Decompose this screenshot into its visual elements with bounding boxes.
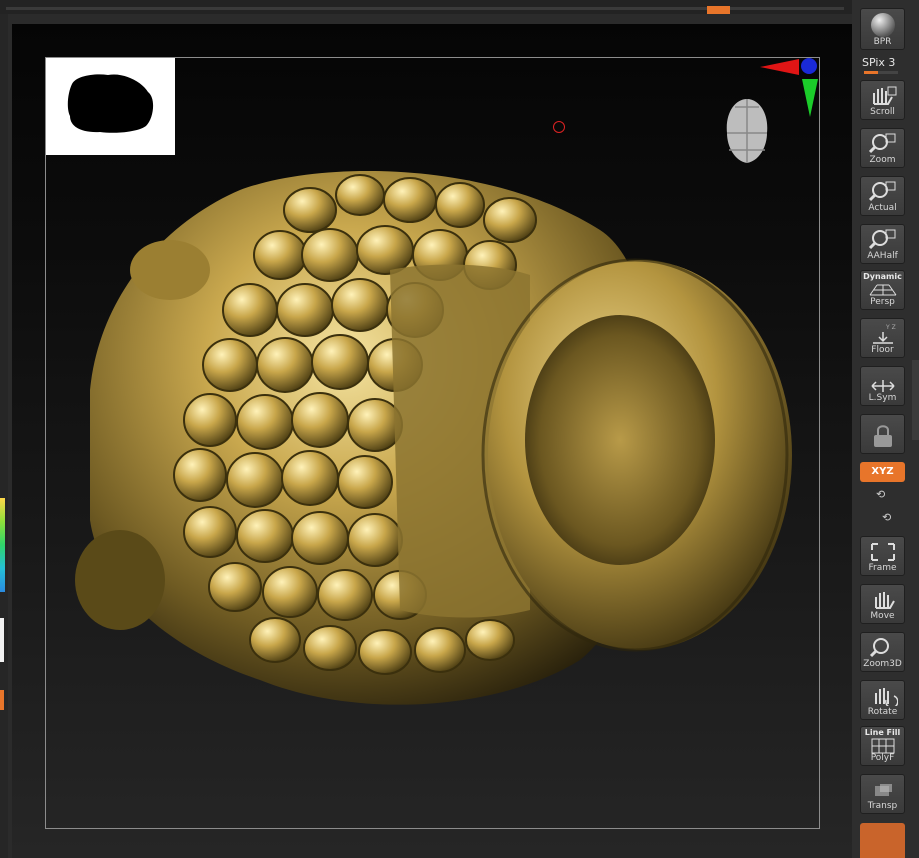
right-shelf: BPR SPix 3 Scroll Zoom Actual AAHalf Dyn… — [852, 0, 919, 858]
hand-move-icon — [861, 588, 904, 610]
magnifier-actual-icon — [861, 180, 904, 202]
orange-swatch[interactable] — [0, 690, 4, 710]
magnifier-zoom3d-icon — [861, 636, 904, 658]
aahalf-button[interactable]: AAHalf — [860, 224, 905, 264]
actual-button[interactable]: Actual — [860, 176, 905, 216]
bpr-label: BPR — [873, 37, 892, 47]
move-button[interactable]: Move — [860, 584, 905, 624]
polyf-label: PolyF — [870, 753, 895, 763]
hand-scroll-icon — [861, 84, 904, 106]
transp-button[interactable]: Transp — [860, 774, 905, 814]
orientation-head-icon[interactable] — [715, 95, 779, 167]
perspective-grid-icon — [861, 282, 904, 296]
lsym-button[interactable]: L.Sym — [860, 366, 905, 406]
render-sphere-icon — [861, 12, 904, 37]
actual-label: Actual — [868, 203, 897, 213]
magnifier-aahalf-icon — [861, 228, 904, 250]
lock-camera-icon — [861, 423, 904, 447]
frame-label: Frame — [868, 563, 897, 573]
zoom3d-label: Zoom3D — [863, 659, 902, 669]
z-rotate-icon[interactable]: ⟲ — [882, 511, 891, 524]
rotate-icon — [861, 684, 904, 706]
magnifier-zoom-icon — [861, 132, 904, 154]
rotate-label: Rotate — [867, 707, 898, 717]
svg-text:Y Z: Y Z — [885, 324, 896, 331]
zoom3d-button[interactable]: Zoom3D — [860, 632, 905, 672]
top-scrub-bar[interactable] — [0, 0, 852, 14]
brush-cursor — [553, 121, 565, 133]
persp-label: Persp — [870, 297, 895, 307]
left-tray-edge — [0, 14, 8, 858]
bpr-button[interactable]: BPR — [860, 8, 905, 50]
move-label: Move — [870, 611, 895, 621]
spix-slider[interactable] — [864, 71, 898, 74]
zoom-button[interactable]: Zoom — [860, 128, 905, 168]
persp-button[interactable]: Dynamic Persp — [860, 270, 905, 310]
spix-label: SPix 3 — [862, 56, 896, 69]
transp-label: Transp — [867, 801, 898, 811]
polyf-button[interactable]: Line Fill PolyF — [860, 726, 905, 766]
y-rotate-icon[interactable]: ⟲ — [876, 488, 885, 501]
scrub-thumb[interactable] — [707, 6, 730, 14]
aahalf-label: AAHalf — [867, 251, 898, 261]
scroll-label: Scroll — [870, 107, 895, 117]
sculpt-mesh[interactable] — [60, 140, 820, 720]
frame-icon — [861, 540, 904, 562]
dynamic-label: Dynamic — [863, 272, 902, 281]
rotate-button[interactable]: Rotate — [860, 680, 905, 720]
line-fill-label: Line Fill — [864, 728, 901, 737]
frame-button[interactable]: Frame — [860, 536, 905, 576]
xyz-rotate-toggle[interactable]: XYZ — [860, 462, 905, 482]
shelf-scroll-edge[interactable] — [912, 360, 919, 440]
lsym-label: L.Sym — [868, 393, 897, 403]
floor-label: Floor — [871, 345, 894, 355]
zoom-label: Zoom — [869, 155, 896, 165]
ghost-button[interactable] — [860, 823, 905, 858]
scroll-button[interactable]: Scroll — [860, 80, 905, 120]
lock-camera-button[interactable] — [860, 414, 905, 454]
white-swatch[interactable] — [0, 618, 4, 662]
floor-button[interactable]: Y Z Floor — [860, 318, 905, 358]
symmetry-icon — [861, 370, 904, 392]
xyz-label: XYZ — [871, 466, 894, 477]
color-swatch-gradient[interactable] — [0, 498, 5, 592]
polyframe-grid-icon — [861, 738, 904, 754]
floor-icon: Y Z — [861, 322, 904, 344]
